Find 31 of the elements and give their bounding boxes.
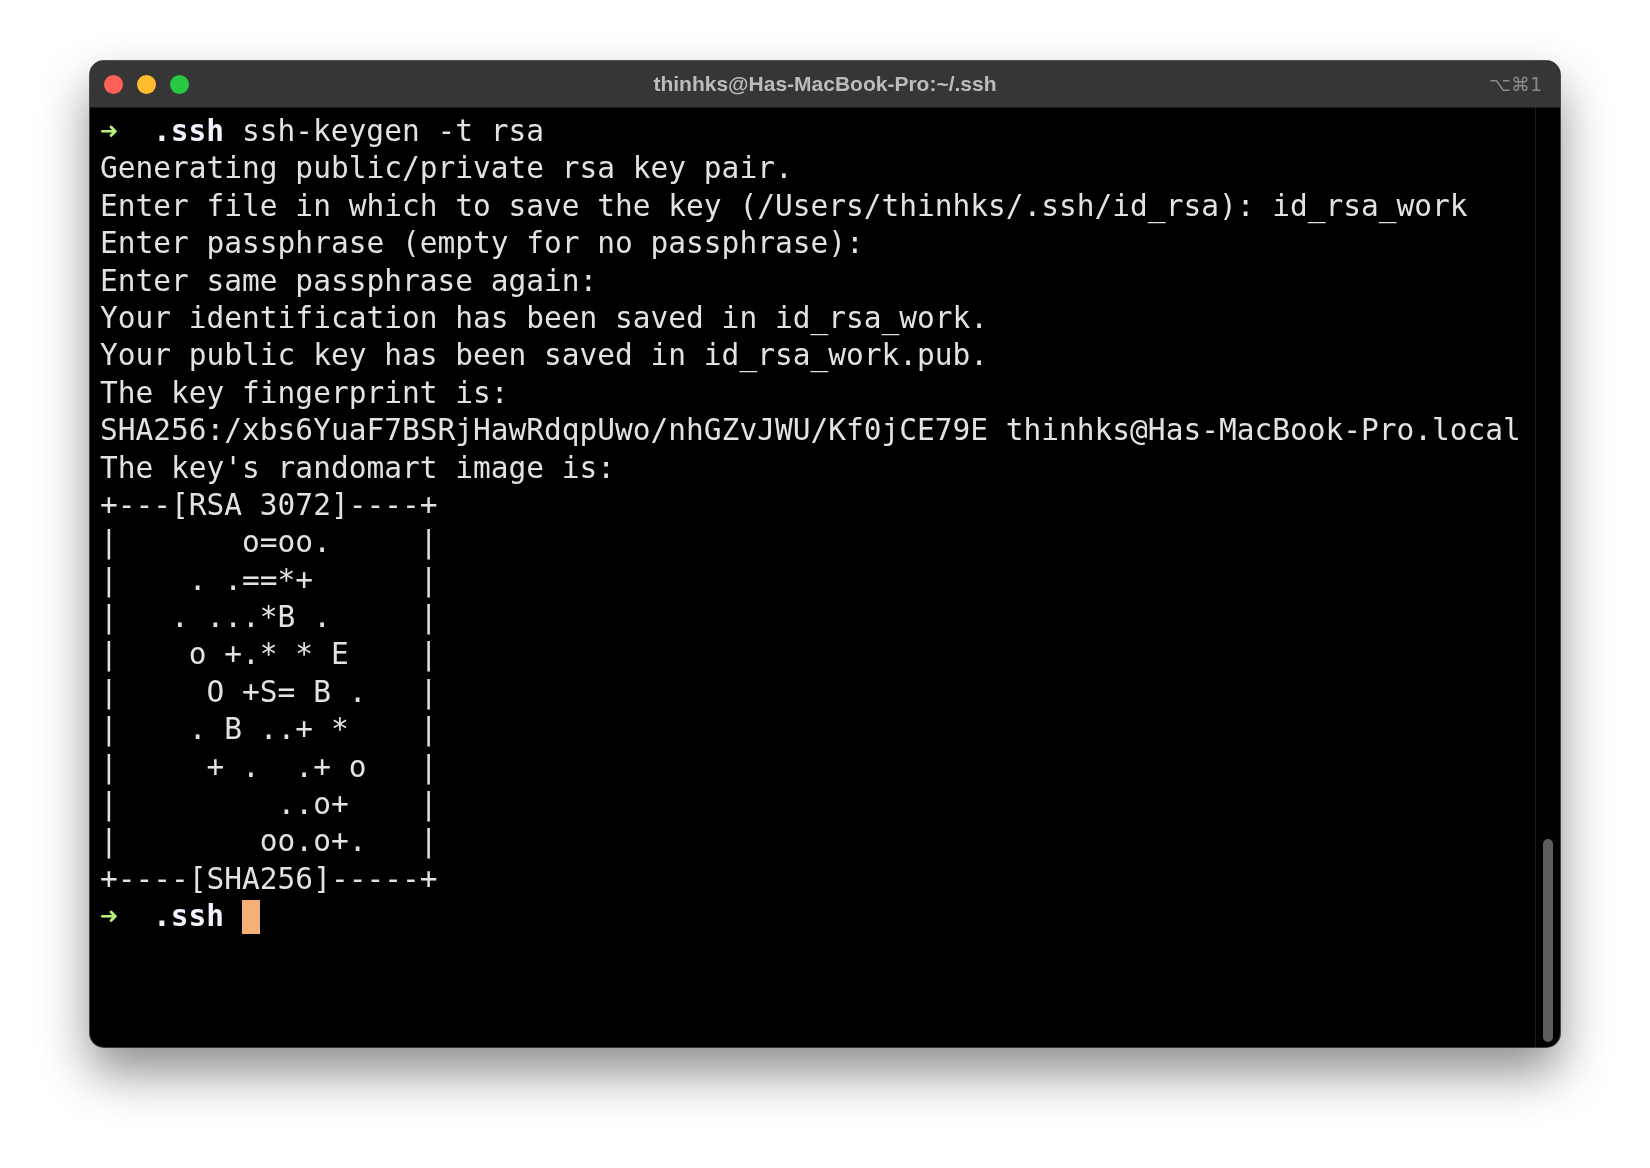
prompt-arrow: ➜ [100,898,119,936]
output-line: Enter passphrase (empty for no passphrase): [100,225,864,263]
output-line: | . .==*+ | [100,561,438,600]
output-line: | O +S= B . | [100,673,438,712]
command-text: ssh-keygen -t rsa [242,113,544,150]
output-line: Your public key has been saved in id_rsa_work.pub. [100,337,989,375]
output-line: Your identification has been saved in id_rsa_work. [100,299,989,338]
output-line: | ..o+ | [100,786,438,824]
output-line: | . B ..+ * | [100,711,438,749]
output-line: SHA256:/xbs6YuaF7BSRjHawRdqpUwo/nhGZvJWU/Kf0jCE79E thinhks@Has-MacBook-Pro.local [100,412,1521,450]
output-line: The key's randomart image is: [100,449,616,487]
output-line: | o +.* * E | [100,636,438,674]
output-line: | + . .+ o | [100,748,438,787]
output-line: +---[RSA 3072]----+ [100,486,438,524]
output-line: Enter file in which to save the key (/Users/thinhks/.ssh/id_rsa): id_rsa_work [100,187,1468,226]
output-line: | . ...*B . | [100,599,438,637]
close-button[interactable] [104,74,123,94]
output-line: The key fingerprint is: [100,374,509,412]
output-line: | o=oo. | [100,524,438,562]
minimize-button[interactable] [137,74,156,94]
output-line: +----[SHA256]-----+ [100,860,438,898]
prompt-directory: .ssh [153,898,225,936]
output-line: Enter same passphrase again: [100,262,598,300]
scrollbar-thumb[interactable] [1543,839,1553,1042]
prompt-directory: .ssh [153,113,225,150]
output-line: Generating public/private rsa key pair. [100,150,793,188]
window-title: thinhks@Has-MacBook-Pro:~/.ssh [653,72,997,96]
zoom-button[interactable] [170,74,189,94]
output-line: | oo.o+. | [100,823,438,861]
shortcut-label: ⌥⌘1 [1489,73,1543,95]
prompt-arrow: ➜ [100,113,119,150]
